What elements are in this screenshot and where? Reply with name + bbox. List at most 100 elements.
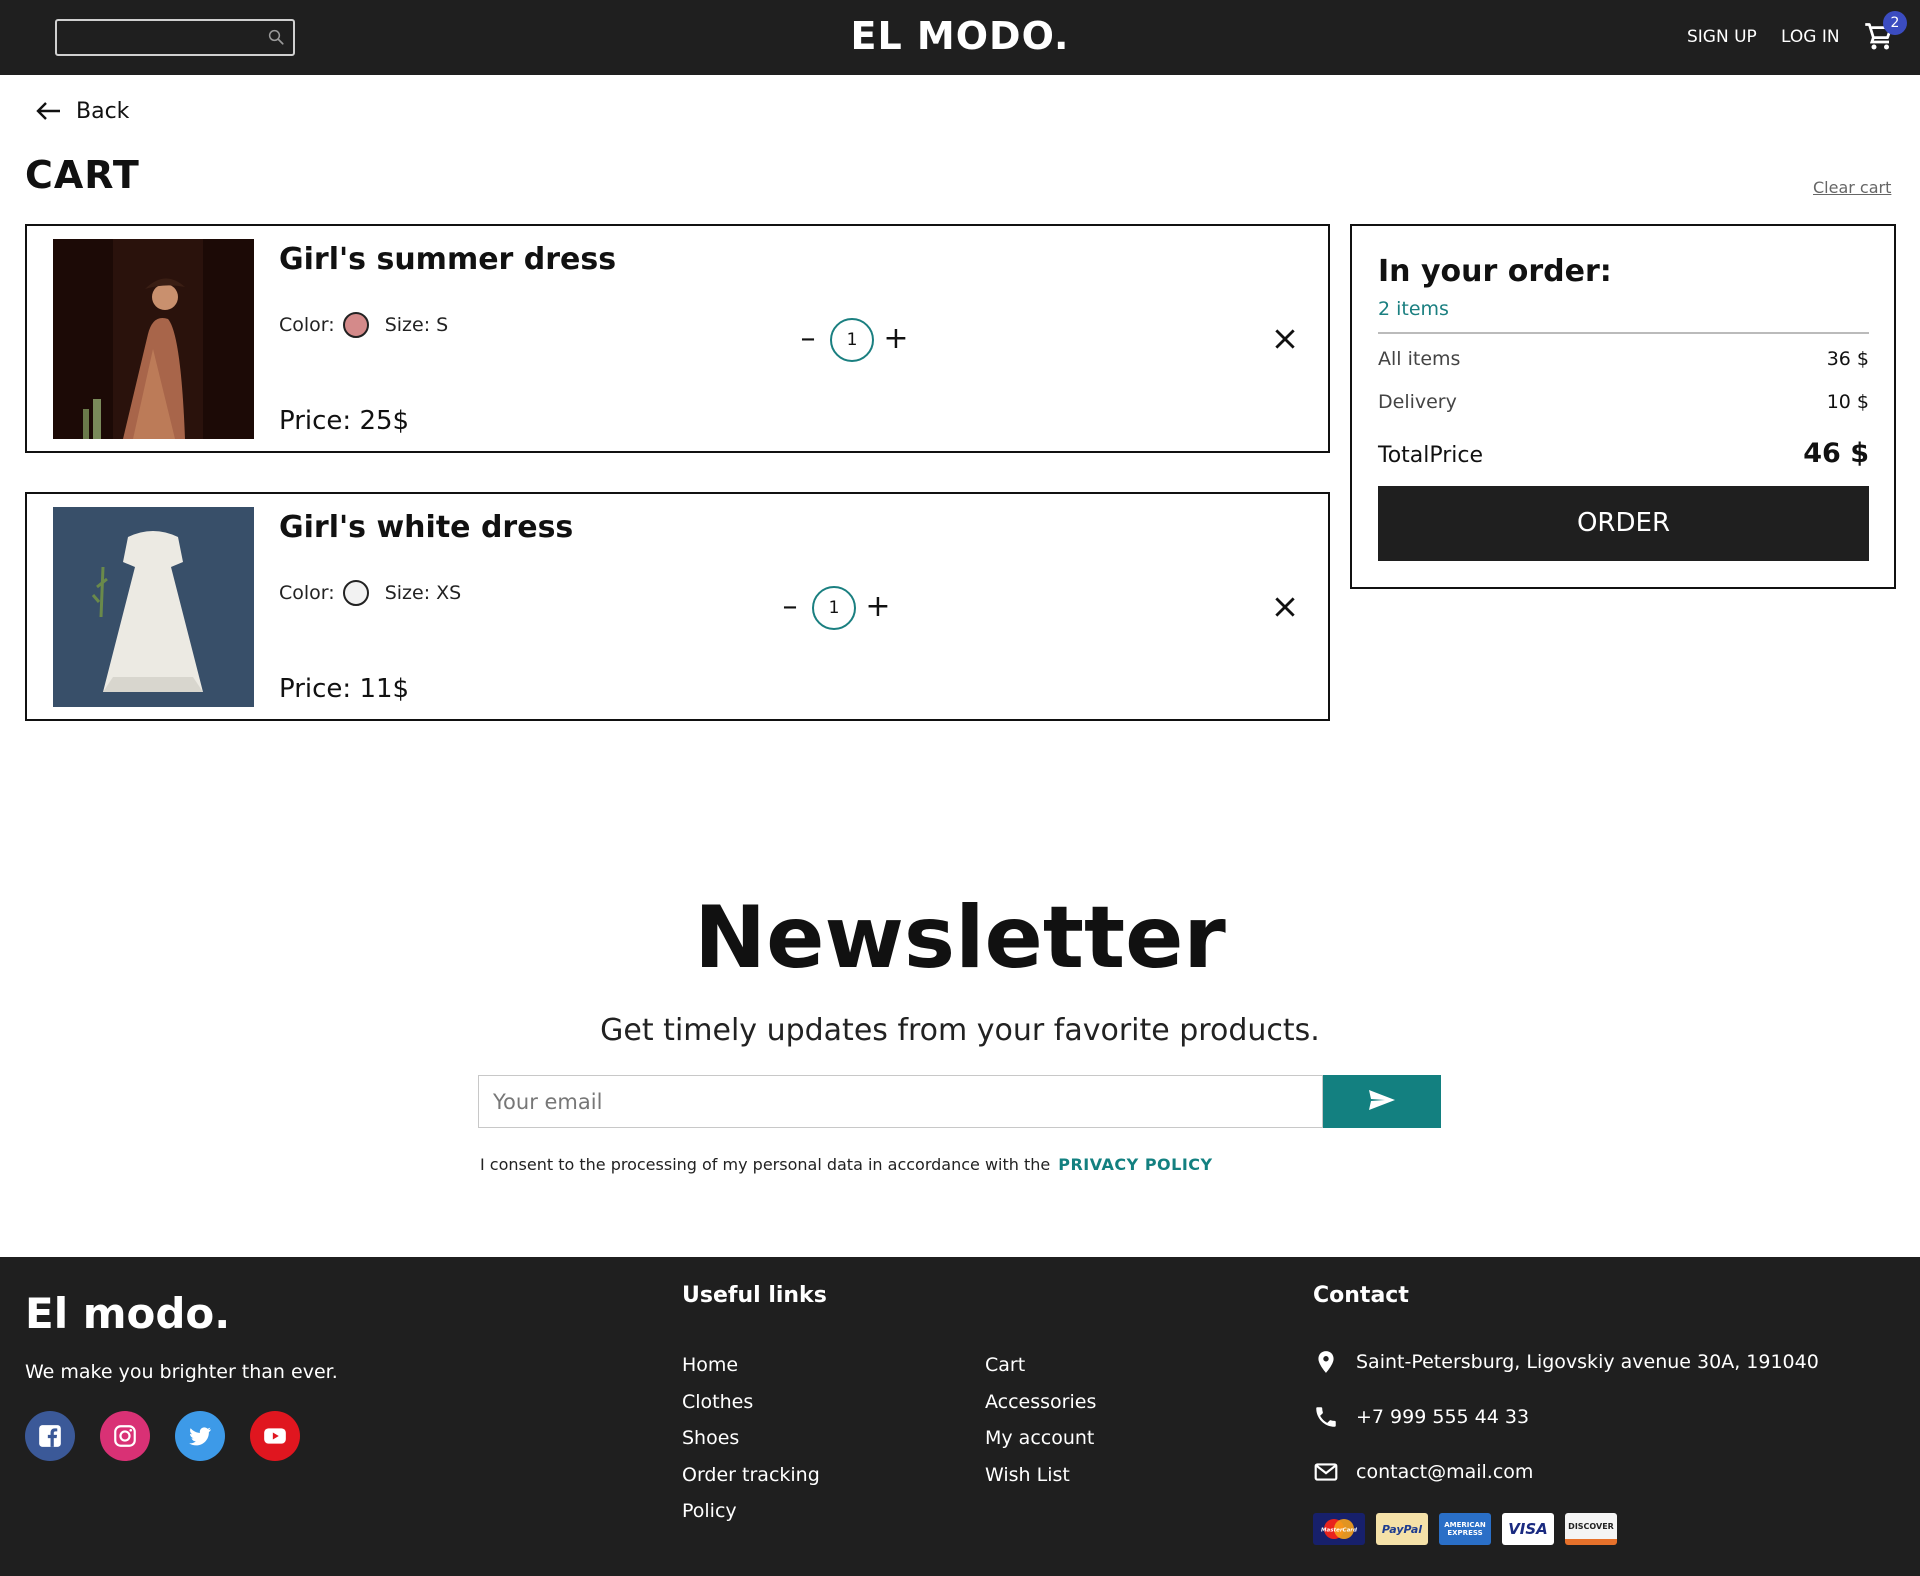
consent-label: I consent to the processing of my person… (480, 1155, 1051, 1174)
contact-heading: Contact (1313, 1283, 1409, 1308)
instagram-icon (114, 1425, 136, 1447)
phone-icon (1316, 1407, 1336, 1427)
order-button[interactable]: ORDER (1378, 486, 1869, 561)
product-name[interactable]: Girl's white dress (279, 510, 573, 545)
delivery-value: 10 $ (1826, 391, 1869, 413)
product-name[interactable]: Girl's summer dress (279, 242, 616, 277)
contact-phone: +7 999 555 44 33 (1313, 1404, 1529, 1430)
site-footer: El modo. We make you brighter than ever.… (0, 1257, 1920, 1576)
increase-quantity-button[interactable]: + (865, 592, 891, 623)
amex-icon: AMERICAN EXPRESS (1439, 1513, 1491, 1545)
back-label: Back (76, 98, 130, 124)
color-label: Color: (279, 582, 335, 604)
footer-tagline: We make you brighter than ever. (25, 1361, 338, 1383)
useful-links-heading: Useful links (682, 1283, 827, 1308)
privacy-policy-link[interactable]: PRIVACY POLICY (1058, 1155, 1212, 1174)
paypal-label: PayPal (1381, 1522, 1423, 1536)
cart-item: Girl's white dress Color: Size: XS Price… (25, 492, 1330, 721)
total-label: TotalPrice (1378, 443, 1484, 468)
quantity-value: 1 (812, 586, 856, 630)
footer-link-shoes[interactable]: Shoes (682, 1420, 820, 1457)
summary-divider (1378, 332, 1869, 334)
decrease-quantity-button[interactable]: – (795, 324, 821, 355)
remove-item-icon[interactable] (1272, 326, 1298, 352)
footer-link-my-account[interactable]: My account (985, 1420, 1096, 1457)
increase-quantity-button[interactable]: + (883, 324, 909, 355)
cart-item: Girl's summer dress Color: Size: S Price… (25, 224, 1330, 453)
consent-text: I consent to the processing of my person… (480, 1155, 1213, 1174)
discover-icon: DISCOVER (1565, 1513, 1617, 1545)
all-items-value: 36 $ (1826, 348, 1869, 370)
quantity-value: 1 (830, 318, 874, 362)
page-title: CART (25, 153, 140, 197)
twitter-link[interactable] (175, 1411, 225, 1461)
login-link[interactable]: LOG IN (1781, 27, 1840, 47)
footer-link-clothes[interactable]: Clothes (682, 1384, 820, 1421)
footer-link-order-tracking[interactable]: Order tracking (682, 1457, 820, 1494)
search-icon[interactable] (267, 28, 285, 46)
color-label: Color: (279, 314, 335, 336)
mastercard-icon: MasterCard (1313, 1513, 1365, 1545)
product-image[interactable] (53, 239, 254, 439)
mastercard-label: MasterCard (1321, 1528, 1357, 1534)
decrease-quantity-button[interactable]: – (777, 592, 803, 623)
useful-links-col-1: Home Clothes Shoes Order tracking Policy (682, 1347, 820, 1530)
newsletter-email-input[interactable] (478, 1075, 1323, 1128)
discover-label: DISCOVER (1568, 1521, 1614, 1531)
product-meta: Color: Size: S (279, 312, 448, 338)
contact-email: contact@mail.com (1313, 1459, 1533, 1485)
summary-row-all-items: All items 36 $ (1378, 348, 1869, 370)
footer-link-cart[interactable]: Cart (985, 1347, 1096, 1384)
amex-label: AMERICAN EXPRESS (1444, 1521, 1486, 1537)
clear-cart-link[interactable]: Clear cart (1813, 178, 1891, 197)
footer-link-wish-list[interactable]: Wish List (985, 1457, 1096, 1494)
newsletter-form (478, 1075, 1441, 1128)
site-logo[interactable]: EL MODO. (851, 14, 1070, 58)
footer-link-home[interactable]: Home (682, 1347, 820, 1384)
footer-link-accessories[interactable]: Accessories (985, 1384, 1096, 1421)
newsletter-subtitle: Get timely updates from your favorite pr… (600, 1013, 1320, 1048)
arrow-left-icon (36, 102, 60, 120)
size-label: Size: S (384, 314, 449, 336)
product-price: Price: 25$ (279, 406, 410, 436)
all-items-label: All items (1378, 348, 1461, 370)
summary-row-total: TotalPrice 46 $ (1378, 438, 1869, 469)
footer-link-policy[interactable]: Policy (682, 1493, 820, 1530)
youtube-link[interactable] (250, 1411, 300, 1461)
useful-links-col-2: Cart Accessories My account Wish List (985, 1347, 1096, 1493)
product-price: Price: 11$ (279, 674, 410, 704)
facebook-link[interactable] (25, 1411, 75, 1461)
delivery-label: Delivery (1378, 391, 1457, 413)
contact-address: Saint-Petersburg, Ligovskiy avenue 30A, … (1313, 1349, 1819, 1375)
instagram-link[interactable] (100, 1411, 150, 1461)
youtube-icon (264, 1428, 286, 1444)
phone-text[interactable]: +7 999 555 44 33 (1356, 1406, 1529, 1428)
total-value: 46 $ (1803, 438, 1869, 469)
visa-icon: VISA (1502, 1513, 1554, 1545)
search-input[interactable] (63, 25, 263, 50)
top-header: EL MODO. SIGN UP LOG IN 2 (0, 0, 1920, 75)
color-swatch (342, 580, 369, 606)
quantity-stepper: – 1 + (777, 586, 891, 630)
location-pin-icon (1318, 1351, 1334, 1373)
size-label: Size: XS (384, 582, 462, 604)
address-text: Saint-Petersburg, Ligovskiy avenue 30A, … (1356, 1351, 1819, 1373)
color-swatch (342, 312, 369, 338)
newsletter-title: Newsletter (694, 888, 1226, 988)
summary-item-count: 2 items (1378, 298, 1449, 320)
summary-row-delivery: Delivery 10 $ (1378, 391, 1869, 413)
mail-icon (1314, 1463, 1338, 1481)
back-link[interactable]: Back (36, 96, 129, 126)
cart-count-badge: 2 (1883, 11, 1907, 35)
facebook-icon (39, 1425, 61, 1447)
remove-item-icon[interactable] (1272, 594, 1298, 620)
product-image[interactable] (53, 507, 254, 707)
footer-logo[interactable]: El modo. (25, 1289, 230, 1338)
newsletter-submit-button[interactable] (1323, 1075, 1441, 1128)
email-text[interactable]: contact@mail.com (1356, 1461, 1533, 1483)
search-box[interactable] (55, 19, 295, 56)
product-meta: Color: Size: XS (279, 580, 461, 606)
signup-link[interactable]: SIGN UP (1687, 27, 1757, 47)
summary-title: In your order: (1378, 254, 1612, 289)
quantity-stepper: – 1 + (795, 318, 909, 362)
